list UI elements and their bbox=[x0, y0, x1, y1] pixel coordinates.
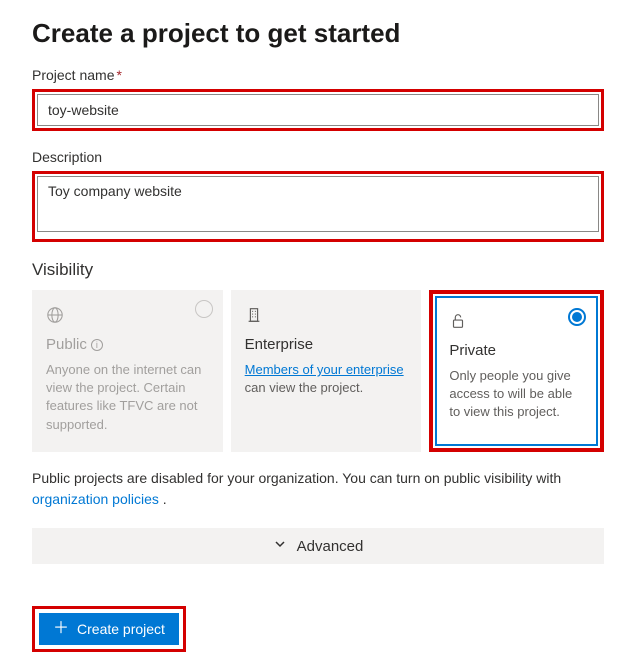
visibility-label: Visibility bbox=[32, 260, 604, 280]
radio-public bbox=[195, 300, 213, 318]
building-icon bbox=[245, 304, 408, 326]
create-project-label: Create project bbox=[77, 621, 165, 637]
description-highlight: Toy company website bbox=[32, 171, 604, 242]
create-button-highlight: ＋ Create project bbox=[32, 606, 186, 652]
chevron-down-icon bbox=[273, 537, 287, 555]
card-title-public: Publici bbox=[46, 336, 209, 353]
description-input[interactable]: Toy company website bbox=[37, 176, 599, 232]
public-disabled-notice: Public projects are disabled for your or… bbox=[32, 468, 604, 510]
visibility-options: Publici Anyone on the internet can view … bbox=[32, 290, 604, 452]
visibility-option-public: Publici Anyone on the internet can view … bbox=[32, 290, 223, 452]
project-name-input[interactable] bbox=[37, 94, 599, 126]
card-title-private: Private bbox=[449, 342, 584, 359]
card-desc-private: Only people you give access to will be a… bbox=[449, 367, 584, 422]
info-icon: i bbox=[91, 339, 103, 351]
description-label: Description bbox=[32, 149, 604, 165]
project-name-highlight bbox=[32, 89, 604, 131]
card-title-enterprise: Enterprise bbox=[245, 336, 408, 353]
card-desc-enterprise: Members of your enterprise can view the … bbox=[245, 361, 408, 397]
advanced-label: Advanced bbox=[297, 538, 364, 555]
radio-private[interactable] bbox=[568, 308, 586, 326]
visibility-option-private[interactable]: Private Only people you give access to w… bbox=[435, 296, 598, 446]
plus-icon: ＋ bbox=[53, 621, 69, 637]
org-policies-link[interactable]: organization policies bbox=[32, 491, 159, 507]
visibility-option-enterprise[interactable]: Enterprise Members of your enterprise ca… bbox=[231, 290, 422, 452]
visibility-private-highlight: Private Only people you give access to w… bbox=[429, 290, 604, 452]
advanced-toggle[interactable]: Advanced bbox=[32, 528, 604, 564]
enterprise-members-link[interactable]: Members of your enterprise bbox=[245, 362, 404, 377]
project-name-label: Project name* bbox=[32, 67, 604, 83]
create-project-button[interactable]: ＋ Create project bbox=[39, 613, 179, 645]
lock-icon bbox=[449, 310, 584, 332]
globe-icon bbox=[46, 304, 209, 326]
card-desc-public: Anyone on the internet can view the proj… bbox=[46, 361, 209, 434]
page-title: Create a project to get started bbox=[32, 18, 604, 49]
